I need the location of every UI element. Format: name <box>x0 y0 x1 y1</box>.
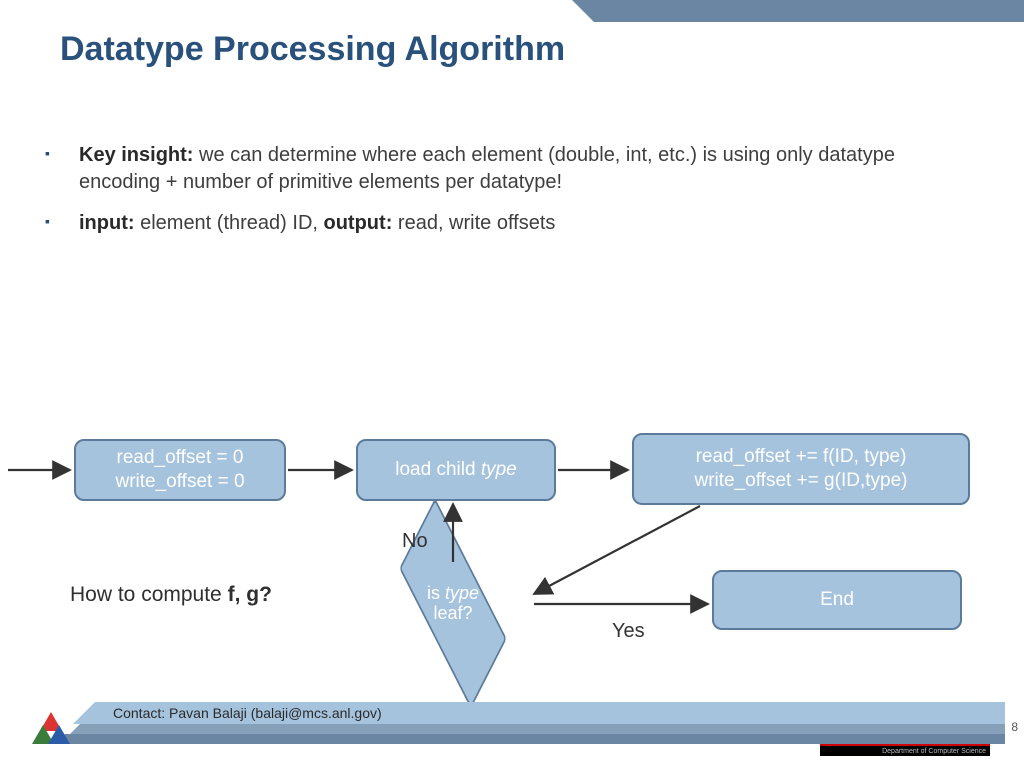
anl-triangle-logo <box>35 712 69 746</box>
node-decision: is type leaf? <box>378 566 528 641</box>
flowchart: read_offset = 0 write_offset = 0 load ch… <box>0 420 1024 680</box>
node-end: End <box>712 570 962 630</box>
node-load: load child type <box>356 439 556 501</box>
slide: Datatype Processing Algorithm Key insigh… <box>0 0 1024 768</box>
slide-title: Datatype Processing Algorithm <box>60 30 565 69</box>
corner-accent <box>594 0 1024 22</box>
page-number: 8 <box>1011 720 1018 734</box>
node-init-l2: write_offset = 0 <box>115 470 244 494</box>
bullet-1-text: we can determine where each element (dou… <box>79 144 895 193</box>
node-update-l1: read_offset += f(ID, type) <box>696 445 907 469</box>
bullet-2: input: element (thread) ID, output: read… <box>45 210 965 237</box>
bullet-1-bold: Key insight: <box>79 144 193 166</box>
node-update: read_offset += f(ID, type) write_offset … <box>632 433 970 505</box>
question-text: How to compute f, g? <box>70 583 272 607</box>
label-yes: Yes <box>612 620 645 643</box>
node-load-text: load child type <box>395 458 516 482</box>
bullet-2-bold-b: output: <box>324 212 393 234</box>
label-no: No <box>402 530 428 553</box>
node-update-l2: write_offset += g(ID,type) <box>695 469 908 493</box>
footer-bars: Contact: Pavan Balaji (balaji@mcs.anl.go… <box>35 706 995 744</box>
footer-bar-1 <box>65 734 1005 744</box>
bullet-list: Key insight: we can determine where each… <box>45 142 965 251</box>
footer-contact: Contact: Pavan Balaji (balaji@mcs.anl.go… <box>113 705 382 721</box>
footer-bar-2 <box>80 724 1005 734</box>
node-init: read_offset = 0 write_offset = 0 <box>74 439 286 501</box>
node-end-text: End <box>820 588 854 612</box>
bullet-2-text-a: element (thread) ID, <box>135 212 324 234</box>
bullet-2-text-b: read, write offsets <box>392 212 555 234</box>
diamond-label: is type leaf? <box>378 566 528 641</box>
bullet-1: Key insight: we can determine where each… <box>45 142 965 196</box>
node-init-l1: read_offset = 0 <box>117 446 244 470</box>
footer-bar-3: Contact: Pavan Balaji (balaji@mcs.anl.go… <box>95 702 1005 724</box>
ncsu-dept: Department of Computer Science <box>820 746 990 756</box>
bullet-2-bold-a: input: <box>79 212 135 234</box>
